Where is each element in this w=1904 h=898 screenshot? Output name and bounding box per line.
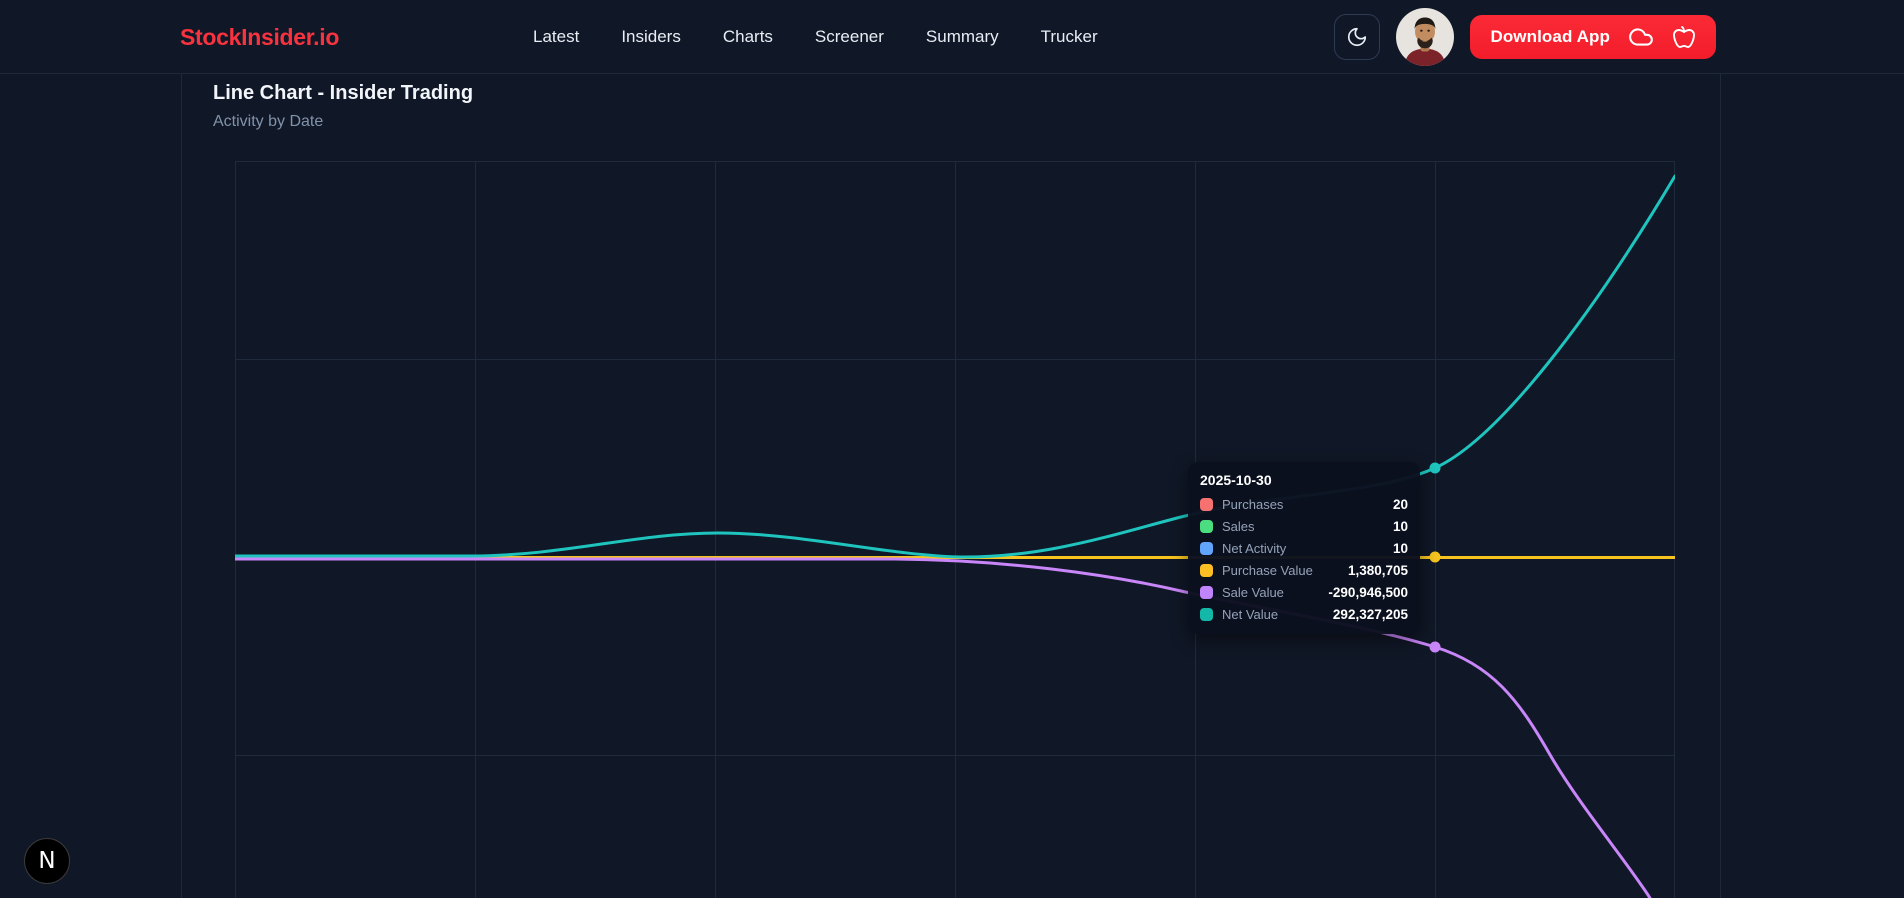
sale-value-line	[235, 557, 1652, 898]
series-color-swatch	[1200, 541, 1213, 555]
series-color-swatch	[1200, 607, 1213, 621]
tooltip-date: 2025-10-30	[1200, 472, 1272, 488]
net-value-dot	[1429, 462, 1441, 474]
series-label: Net Value	[1222, 606, 1279, 622]
chart-tooltip: 2025-10-30 Purchases 20 Sales 10 Net Activit…	[1188, 462, 1420, 634]
tooltip-row: Net Activity 10	[1200, 537, 1408, 559]
tooltip-row: Purchase Value 1,380,705	[1200, 559, 1408, 581]
chart-subtitle: Activity by Date	[213, 113, 324, 130]
series-label: Sales	[1222, 518, 1255, 534]
download-app-label: Download App	[1490, 27, 1610, 46]
tooltip-row: Sale Value -290,946,500	[1200, 581, 1408, 603]
series-label: Purchases	[1222, 496, 1284, 512]
series-value: 10	[1392, 518, 1408, 534]
purchase-value-dot	[1429, 551, 1441, 563]
moon-icon	[1348, 27, 1367, 47]
cloud-icon	[1629, 28, 1653, 46]
chart-card: Line Chart - Insider Trading Activity by…	[181, 74, 1721, 898]
line-chart-plot-area[interactable]	[235, 161, 1675, 898]
theme-toggle-button[interactable]	[1334, 14, 1381, 60]
nav-item-latest[interactable]: Latest	[533, 27, 579, 47]
series-label: Purchase Value	[1222, 562, 1313, 578]
series-color-swatch	[1200, 563, 1213, 577]
series-value: 1,380,705	[1347, 562, 1408, 578]
series-value: -290,946,500	[1328, 584, 1408, 600]
series-value: 20	[1392, 496, 1408, 512]
header-actions: Download App	[1334, 0, 1716, 74]
nav-item-screener[interactable]: Screener	[815, 27, 884, 47]
series-color-swatch	[1200, 497, 1213, 511]
chart-title: Line Chart - Insider Trading	[213, 82, 474, 104]
download-app-button[interactable]: Download App	[1470, 15, 1716, 59]
nextjs-dev-badge[interactable]: N	[24, 838, 70, 884]
user-avatar[interactable]	[1396, 8, 1455, 66]
nav-item-charts[interactable]: Charts	[723, 27, 773, 47]
sale-value-dot	[1429, 641, 1441, 653]
nav-item-trucker[interactable]: Trucker	[1041, 27, 1098, 47]
line-chart-svg	[235, 161, 1675, 898]
main-nav: Latest Insiders Charts Screener Summary Truck…	[533, 0, 1098, 74]
series-value: 292,327,205	[1332, 606, 1408, 622]
tooltip-rows: Purchases 20 Sales 10 Net Activity 10 Purchase…	[1200, 493, 1408, 625]
series-color-swatch	[1200, 585, 1213, 599]
chart-header: Line Chart - Insider Trading Activity by…	[213, 82, 473, 131]
apple-icon	[1673, 26, 1695, 48]
tooltip-row: Net Value 292,327,205	[1200, 603, 1408, 625]
avatar-photo	[1396, 8, 1455, 66]
tooltip-row: Purchases 20	[1200, 493, 1408, 515]
series-value: 10	[1392, 540, 1408, 556]
series-color-swatch	[1200, 519, 1213, 533]
series-label: Sale Value	[1222, 584, 1284, 600]
chart-gridlines	[235, 161, 1675, 898]
series-label: Net Activity	[1222, 540, 1287, 556]
tooltip-row: Sales 10	[1200, 515, 1408, 537]
nav-item-summary[interactable]: Summary	[926, 27, 999, 47]
top-navigation-bar: StockInsider.io Latest Insiders Charts Scre…	[0, 0, 1904, 74]
nav-item-insiders[interactable]: Insiders	[621, 27, 681, 47]
brand-logo[interactable]: StockInsider.io	[180, 0, 339, 74]
